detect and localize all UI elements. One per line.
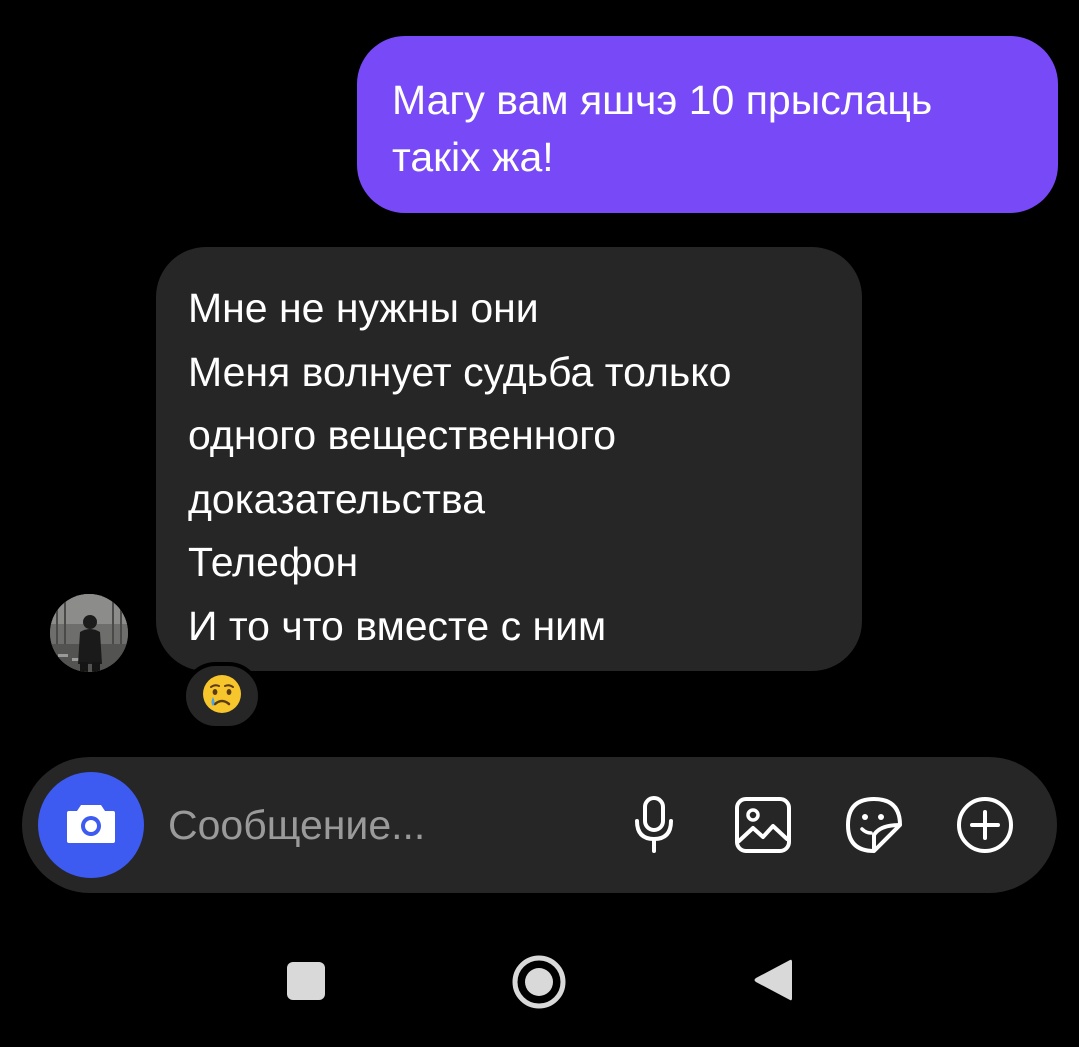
sticker-icon bbox=[844, 795, 904, 860]
message-line: И то что вместе с ним bbox=[188, 602, 607, 649]
voice-message-button[interactable] bbox=[622, 795, 686, 859]
message-line: Меня волнует судьба только bbox=[188, 348, 732, 395]
camera-icon bbox=[65, 801, 117, 850]
crying-face-icon bbox=[201, 673, 243, 720]
avatar[interactable] bbox=[50, 594, 128, 672]
back-triangle-icon bbox=[750, 956, 794, 1009]
gallery-button[interactable] bbox=[731, 795, 795, 859]
recents-button[interactable] bbox=[285, 961, 327, 1006]
message-line: одного вещественного bbox=[188, 412, 617, 458]
attach-more-button[interactable] bbox=[953, 795, 1017, 859]
recents-square-icon bbox=[286, 961, 326, 1006]
home-circle-icon bbox=[511, 954, 567, 1015]
incoming-message-bubble[interactable]: Мне не нужны они Меня волнует судьба тол… bbox=[156, 247, 862, 671]
camera-button[interactable] bbox=[38, 772, 144, 878]
message-line: такіх жа! bbox=[392, 134, 554, 180]
message-input[interactable] bbox=[168, 792, 598, 858]
avatar-photo bbox=[50, 594, 128, 672]
message-reaction[interactable] bbox=[182, 662, 262, 730]
microphone-icon bbox=[632, 795, 676, 860]
back-button[interactable] bbox=[749, 957, 795, 1007]
message-line: доказательства bbox=[188, 475, 486, 522]
home-button[interactable] bbox=[510, 955, 568, 1013]
message-line: Телефон bbox=[188, 539, 359, 585]
message-line: Мне не нужны они bbox=[188, 285, 539, 331]
gallery-icon bbox=[733, 795, 793, 860]
outgoing-message-bubble[interactable]: Магу вам яшчэ 10 прыслаць такіх жа! bbox=[357, 36, 1058, 213]
sticker-button[interactable] bbox=[842, 795, 906, 859]
message-line: Магу вам яшчэ 10 прыслаць bbox=[392, 77, 933, 123]
plus-icon bbox=[954, 794, 1016, 861]
